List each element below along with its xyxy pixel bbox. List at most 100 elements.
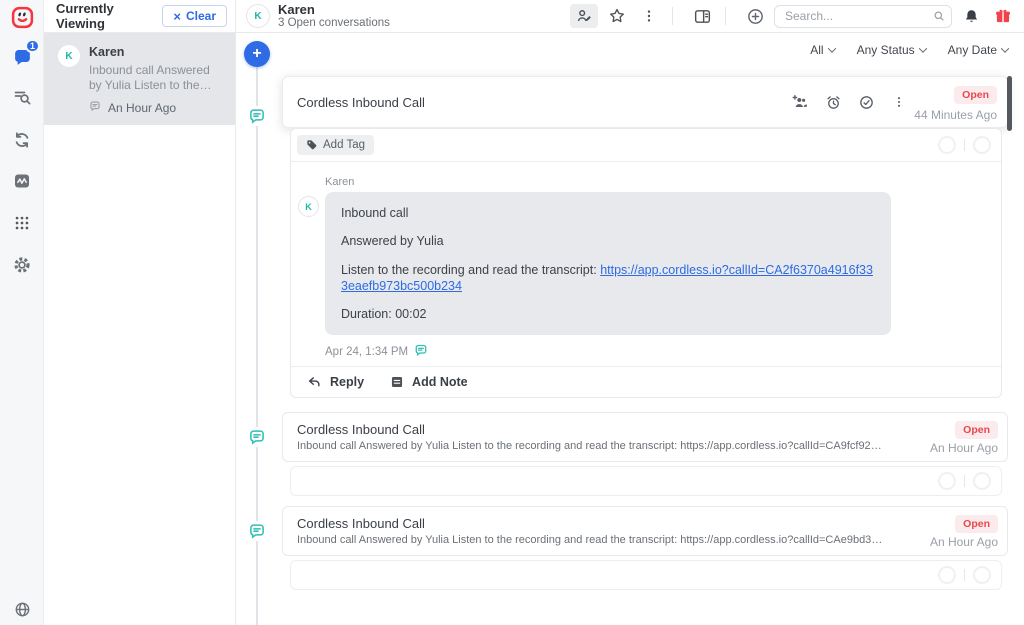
chevron-down-icon — [918, 44, 926, 52]
ticket-card[interactable]: Cordless Inbound Call Inbound call Answe… — [282, 506, 1008, 556]
currently-viewing-header: Currently Viewing × Clear — [44, 0, 235, 33]
ticket-title: Cordless Inbound Call — [297, 95, 425, 110]
app-window: 1 — [0, 0, 1024, 625]
more-options-icon[interactable] — [890, 93, 908, 111]
plus-icon: + — [252, 45, 261, 63]
chevron-down-icon — [827, 44, 835, 52]
close-ticket-check-icon[interactable] — [857, 93, 875, 111]
add-tag-button[interactable]: Add Tag — [297, 135, 374, 155]
apps-grid-icon[interactable] — [10, 211, 34, 235]
ticket-footer-strip — [290, 466, 1002, 496]
reply-arrow-icon — [307, 375, 322, 390]
notifications-bell-icon[interactable] — [958, 4, 984, 28]
panel-title: Currently Viewing — [56, 1, 162, 31]
status-badge: Open — [954, 86, 997, 104]
conversation-header: K Karen 3 Open conversations — [236, 0, 1024, 33]
unread-count-badge: 1 — [25, 39, 40, 53]
assignee-placeholder[interactable] — [938, 136, 956, 154]
star-icon[interactable] — [604, 4, 630, 28]
avatar: K — [298, 196, 319, 217]
assignee-placeholder[interactable] — [938, 566, 956, 584]
filter-date[interactable]: Any Date — [948, 43, 1008, 57]
conversation-list-item[interactable]: K Karen Inbound call Answered by Yulia L… — [44, 33, 235, 125]
customer-name: Karen — [278, 3, 390, 17]
tag-icon — [306, 139, 318, 151]
search-icon — [932, 9, 946, 28]
ticket-header-card[interactable]: Cordless Inbound Call — [282, 76, 1008, 128]
sync-icon[interactable] — [10, 128, 34, 152]
filter-status[interactable]: Any Status — [857, 43, 926, 57]
ticket-card[interactable]: Cordless Inbound Call Inbound call Answe… — [282, 412, 1008, 462]
filter-status-label: Any Status — [857, 43, 915, 57]
main-area: K Karen 3 Open conversations — [236, 0, 1024, 625]
chat-bubble-icon — [414, 343, 428, 360]
divider — [964, 569, 965, 581]
close-icon: × — [173, 10, 181, 23]
ticket-time: 44 Minutes Ago — [914, 108, 997, 122]
search-filter-icon[interactable] — [10, 85, 34, 109]
ticket-feed: All Any Status Any Date + — [236, 33, 1024, 625]
chevron-down-icon — [1001, 44, 1009, 52]
channel-chat-icon — [247, 521, 267, 541]
conversation-preview: Inbound call Answered by Yulia Listen to… — [89, 63, 223, 92]
search-box — [774, 5, 952, 28]
ticket-footer-strip — [290, 560, 1002, 590]
assignee-area — [938, 136, 991, 154]
avatar: K — [246, 4, 270, 28]
settings-gear-icon[interactable] — [10, 253, 34, 277]
scrollbar[interactable] — [1007, 76, 1012, 131]
clear-button-label: Clear — [186, 9, 216, 23]
ticket-body: Add Tag Karen K Inbound call Answered by… — [290, 128, 1002, 398]
search-input[interactable] — [774, 5, 952, 28]
message-duration: Duration: 00:02 — [341, 306, 875, 322]
assignee-placeholder[interactable] — [938, 472, 956, 490]
status-badge: Open — [955, 515, 998, 533]
side-panel-toggle-icon[interactable] — [689, 4, 715, 28]
add-note-button[interactable]: Add Note — [390, 375, 468, 389]
filter-inbox[interactable]: All — [810, 43, 834, 57]
message-timestamp: Apr 24, 1:34 PM — [325, 346, 408, 358]
globe-icon[interactable] — [10, 597, 34, 621]
divider — [725, 7, 726, 25]
status-badge: Open — [955, 421, 998, 439]
filter-date-label: Any Date — [948, 43, 997, 57]
message-line: Listen to the recording and read the tra… — [341, 263, 600, 277]
note-icon — [390, 375, 404, 389]
conversation-name: Karen — [89, 45, 223, 59]
message-line: Answered by Yulia — [341, 233, 875, 249]
divider — [964, 475, 965, 487]
conversation-time: An Hour Ago — [108, 101, 176, 115]
add-follower-icon[interactable] — [791, 93, 809, 111]
more-options-icon[interactable] — [636, 4, 662, 28]
reply-button[interactable]: Reply — [307, 375, 364, 390]
currently-viewing-panel: Currently Viewing × Clear K Karen Inboun… — [44, 0, 236, 625]
whats-new-gift-icon[interactable] — [990, 4, 1016, 28]
divider — [672, 7, 673, 25]
conversations-icon[interactable]: 1 — [10, 44, 34, 68]
create-ticket-icon[interactable] — [742, 4, 768, 28]
clear-button[interactable]: × Clear — [162, 5, 227, 27]
channel-chat-icon — [247, 427, 267, 447]
assignee-placeholder[interactable] — [973, 472, 991, 490]
message-sender: Karen — [325, 176, 1001, 188]
ticket-title: Cordless Inbound Call — [297, 422, 425, 437]
channel-chat-icon — [247, 106, 267, 126]
new-ticket-button[interactable]: + — [244, 41, 270, 67]
message-thread: Karen K Inbound call Answered by Yulia L… — [291, 162, 1001, 366]
chat-bubble-icon — [89, 100, 101, 115]
divider — [964, 139, 965, 151]
left-icon-rail: 1 — [0, 0, 44, 625]
ticket-time: An Hour Ago — [930, 535, 998, 549]
gorgias-logo-icon[interactable] — [10, 5, 34, 29]
add-tag-label: Add Tag — [323, 139, 365, 151]
snooze-alarm-icon[interactable] — [824, 93, 842, 111]
avatar: K — [58, 45, 80, 67]
assignee-placeholder[interactable] — [973, 566, 991, 584]
ticket-preview: Inbound call Answered by Yulia Listen to… — [297, 440, 883, 452]
assignee-placeholder[interactable] — [973, 136, 991, 154]
assign-agent-icon[interactable] — [570, 4, 598, 28]
stats-icon[interactable] — [10, 169, 34, 193]
ticket-time: An Hour Ago — [930, 441, 998, 455]
open-conversations-count: 3 Open conversations — [278, 17, 390, 29]
message-bubble: Inbound call Answered by Yulia Listen to… — [325, 192, 891, 335]
